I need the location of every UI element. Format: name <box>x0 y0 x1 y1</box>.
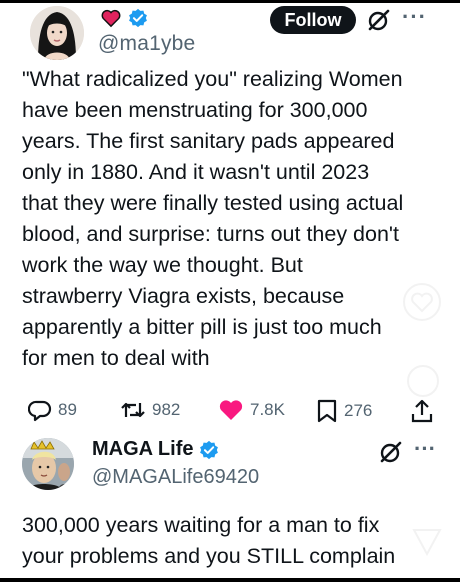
avatar[interactable] <box>22 438 74 490</box>
share-icon <box>411 399 433 423</box>
name-row <box>100 8 148 28</box>
reply-icon <box>28 400 52 422</box>
reply-count: 89 <box>58 400 77 419</box>
like-button[interactable]: 7.8K <box>218 398 285 422</box>
grok-icon[interactable] <box>366 8 392 32</box>
author-handle[interactable]: @ma1ybe <box>98 32 195 56</box>
author-handle[interactable]: @MAGALife69420 <box>92 466 259 489</box>
bottom-edge <box>0 578 460 582</box>
tweet-actions: 89 982 7.8K 276 <box>28 398 438 426</box>
bookmark-icon <box>317 399 337 423</box>
screenshot-frame: @ma1ybe Follow ··· "What radicalized you… <box>0 0 460 582</box>
more-options-icon[interactable]: ··· <box>414 436 436 462</box>
verified-badge-icon <box>129 8 147 28</box>
repost-icon <box>121 402 145 418</box>
heart-icon <box>101 9 121 28</box>
bookmark-count: 276 <box>344 401 373 420</box>
share-button[interactable] <box>410 398 434 424</box>
avatar-photo <box>22 438 74 490</box>
tweet-text: "What radicalized you" realizing Women h… <box>22 67 404 370</box>
top-edge <box>0 0 460 3</box>
repost-count: 982 <box>152 400 181 419</box>
like-count: 7.8K <box>250 400 285 419</box>
grok-icon[interactable] <box>378 440 404 464</box>
reply-button[interactable]: 89 <box>28 398 77 422</box>
name-row: MAGA Life <box>92 438 219 461</box>
follow-button[interactable]: Follow <box>270 6 356 34</box>
tweet-text: 300,000 years waiting for a man to fix y… <box>22 513 396 568</box>
avatar[interactable] <box>30 6 84 60</box>
like-heart-icon <box>219 400 243 420</box>
more-options-icon[interactable]: ··· <box>402 4 427 30</box>
repost-button[interactable]: 982 <box>120 398 180 422</box>
avatar-photo <box>30 6 84 60</box>
bookmark-button[interactable]: 276 <box>316 398 372 424</box>
author-name[interactable]: MAGA Life <box>92 438 193 461</box>
verified-badge-icon <box>200 440 219 459</box>
